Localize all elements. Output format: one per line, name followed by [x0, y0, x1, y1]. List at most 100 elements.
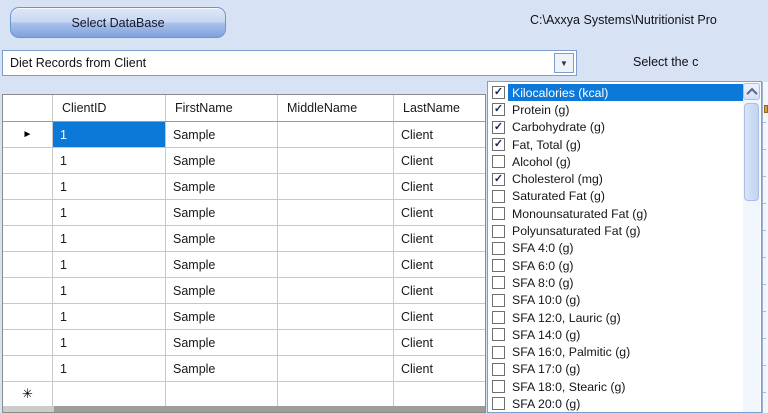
listbox-scrollbar[interactable]: [743, 83, 760, 412]
checkbox[interactable]: ✓: [492, 121, 505, 134]
middlename-cell[interactable]: [278, 226, 394, 251]
nutrient-list-item[interactable]: SFA 18:0, Stearic (g): [488, 378, 743, 395]
clientid-cell[interactable]: 1: [53, 174, 166, 199]
table-row[interactable]: 1 Sample Client: [3, 226, 485, 252]
checkbox[interactable]: [492, 242, 505, 255]
checkbox[interactable]: [492, 225, 505, 238]
nutrient-list-item[interactable]: SFA 17:0 (g): [488, 361, 743, 378]
checkbox[interactable]: ✓: [492, 103, 505, 116]
checkbox[interactable]: [492, 380, 505, 393]
nutrient-list-item[interactable]: SFA 6:0 (g): [488, 257, 743, 274]
firstname-cell[interactable]: Sample: [166, 356, 278, 381]
row-selector-cell[interactable]: [3, 174, 53, 199]
middlename-cell[interactable]: [278, 174, 394, 199]
nutrient-list-item[interactable]: Saturated Fat (g): [488, 188, 743, 205]
table-row[interactable]: 1 Sample Client: [3, 200, 485, 226]
lastname-cell[interactable]: Client: [394, 356, 485, 381]
nutrient-list-item[interactable]: Alcohol (g): [488, 153, 743, 170]
listbox-scroll-thumb[interactable]: [744, 103, 759, 201]
nutrient-list-item[interactable]: ✓ Kilocalories (kcal): [488, 84, 743, 101]
clientid-cell[interactable]: 1: [53, 278, 166, 303]
grid-horizontal-scrollbar[interactable]: [3, 406, 485, 412]
checkbox[interactable]: [492, 190, 505, 203]
checkbox[interactable]: [492, 311, 505, 324]
firstname-cell[interactable]: Sample: [166, 226, 278, 251]
lastname-cell[interactable]: Client: [394, 174, 485, 199]
checkbox[interactable]: ✓: [492, 173, 505, 186]
nutrient-list-item[interactable]: SFA 12:0, Lauric (g): [488, 309, 743, 326]
firstname-cell[interactable]: Sample: [166, 200, 278, 225]
record-type-combobox[interactable]: Diet Records from Client ▼: [2, 50, 577, 76]
middlename-cell[interactable]: [278, 148, 394, 173]
firstname-cell[interactable]: Sample: [166, 330, 278, 355]
middlename-cell[interactable]: [278, 200, 394, 225]
nutrient-list-item[interactable]: SFA 10:0 (g): [488, 292, 743, 309]
nutrient-list-item[interactable]: SFA 4:0 (g): [488, 240, 743, 257]
row-selector-cell[interactable]: ✳: [3, 382, 53, 406]
nutrient-list-item[interactable]: ✓ Fat, Total (g): [488, 136, 743, 153]
row-selector-cell[interactable]: [3, 278, 53, 303]
row-selector-cell[interactable]: ►: [3, 122, 53, 147]
table-row[interactable]: 1 Sample Client: [3, 356, 485, 382]
clientid-cell[interactable]: 1: [53, 356, 166, 381]
nutrient-list-item[interactable]: SFA 14:0 (g): [488, 326, 743, 343]
table-row[interactable]: 1 Sample Client: [3, 330, 485, 356]
row-selector-cell[interactable]: [3, 304, 53, 329]
clientid-cell[interactable]: 1: [53, 122, 166, 147]
nutrient-list-item[interactable]: SFA 8:0 (g): [488, 274, 743, 291]
middlename-cell[interactable]: [278, 330, 394, 355]
grid-header-firstname[interactable]: FirstName: [166, 95, 278, 121]
middlename-cell[interactable]: [278, 356, 394, 381]
table-row[interactable]: 1 Sample Client: [3, 174, 485, 200]
row-selector-cell[interactable]: [3, 252, 53, 277]
new-row[interactable]: ✳: [3, 382, 485, 407]
lastname-cell[interactable]: Client: [394, 122, 485, 147]
lastname-cell[interactable]: Client: [394, 200, 485, 225]
checkbox[interactable]: [492, 346, 505, 359]
table-row[interactable]: 1 Sample Client: [3, 304, 485, 330]
checkbox[interactable]: [492, 397, 505, 410]
row-selector-cell[interactable]: [3, 356, 53, 381]
clientid-cell[interactable]: 1: [53, 200, 166, 225]
middlename-cell[interactable]: [278, 304, 394, 329]
checkbox[interactable]: [492, 207, 505, 220]
middlename-cell[interactable]: [278, 382, 394, 406]
checkbox[interactable]: [492, 155, 505, 168]
nutrient-list-item[interactable]: SFA 20:0 (g): [488, 395, 743, 412]
grid-header-lastname[interactable]: LastName: [394, 95, 485, 121]
firstname-cell[interactable]: Sample: [166, 174, 278, 199]
clientid-cell[interactable]: 1: [53, 252, 166, 277]
firstname-cell[interactable]: Sample: [166, 122, 278, 147]
middlename-cell[interactable]: [278, 278, 394, 303]
nutrient-list-item[interactable]: Polyunsaturated Fat (g): [488, 222, 743, 239]
clientid-cell[interactable]: 1: [53, 148, 166, 173]
grid-hscroll-thumb[interactable]: [54, 406, 485, 412]
grid-header-clientid[interactable]: ClientID: [53, 95, 166, 121]
middlename-cell[interactable]: [278, 122, 394, 147]
checkbox[interactable]: [492, 328, 505, 341]
middlename-cell[interactable]: [278, 252, 394, 277]
lastname-cell[interactable]: Client: [394, 252, 485, 277]
firstname-cell[interactable]: Sample: [166, 252, 278, 277]
row-selector-cell[interactable]: [3, 200, 53, 225]
select-database-button[interactable]: Select DataBase: [10, 7, 226, 38]
combobox-dropdown-button[interactable]: ▼: [554, 53, 574, 73]
checkbox[interactable]: ✓: [492, 86, 505, 99]
clientid-cell[interactable]: 1: [53, 304, 166, 329]
lastname-cell[interactable]: Client: [394, 278, 485, 303]
nutrient-list-item[interactable]: ✓ Protein (g): [488, 101, 743, 118]
checkbox[interactable]: ✓: [492, 138, 505, 151]
checkbox[interactable]: [492, 276, 505, 289]
checkbox[interactable]: [492, 294, 505, 307]
table-row[interactable]: 1 Sample Client: [3, 252, 485, 278]
lastname-cell[interactable]: Client: [394, 330, 485, 355]
firstname-cell[interactable]: Sample: [166, 304, 278, 329]
nutrient-list-item[interactable]: ✓ Cholesterol (mg): [488, 170, 743, 187]
row-selector-cell[interactable]: [3, 330, 53, 355]
nutrient-list-item[interactable]: ✓ Carbohydrate (g): [488, 119, 743, 136]
clientid-cell[interactable]: 1: [53, 330, 166, 355]
scroll-up-button[interactable]: [743, 83, 760, 100]
row-selector-cell[interactable]: [3, 226, 53, 251]
lastname-cell[interactable]: Client: [394, 148, 485, 173]
table-row[interactable]: ► 1 Sample Client: [3, 122, 485, 148]
